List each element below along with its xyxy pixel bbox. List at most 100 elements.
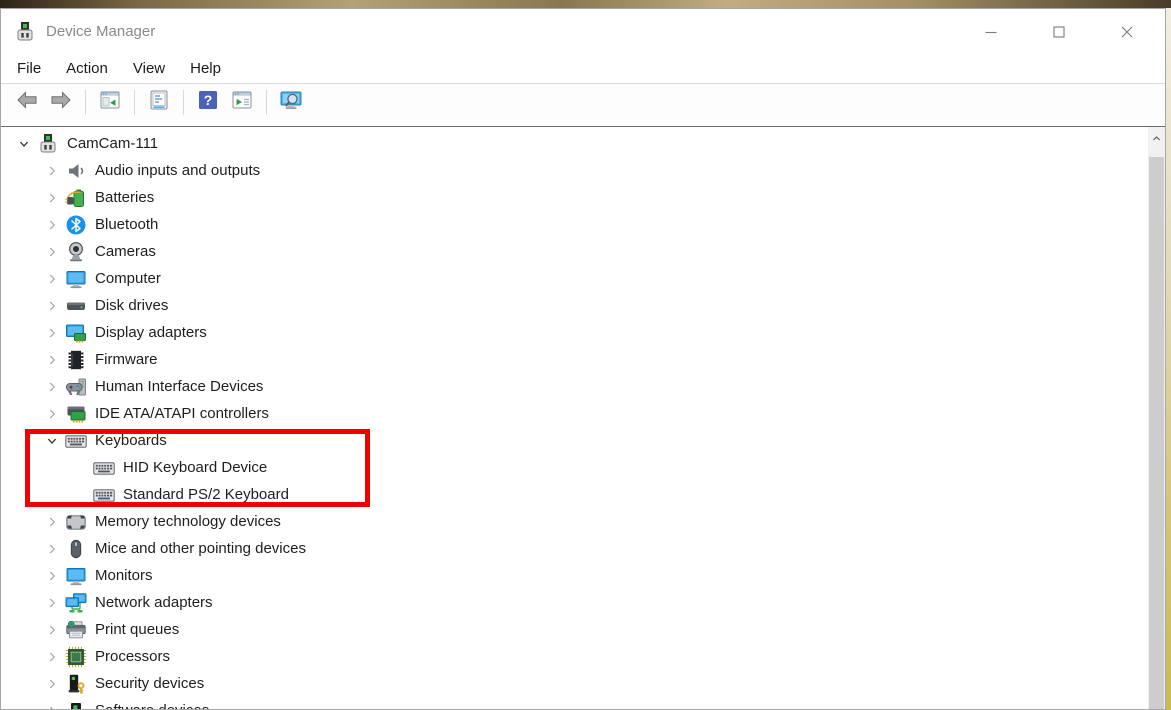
chevron-right-icon[interactable]: [39, 405, 65, 423]
chevron-right-icon[interactable]: [39, 216, 65, 234]
chevron-right-icon[interactable]: [39, 324, 65, 342]
monitor-icon: [65, 565, 87, 587]
tree-item-disk-drives[interactable]: Disk drives: [1, 292, 1165, 319]
tree-item-mice-and-other-pointing-devices[interactable]: Mice and other pointing devices: [1, 535, 1165, 562]
device-manager-icon: [14, 21, 36, 43]
device-manager-window: Device Manager File Action View Help ? CamC…: [0, 8, 1166, 710]
tree-item-keyboards[interactable]: Keyboards: [1, 427, 1165, 454]
security-icon: [65, 673, 87, 695]
chevron-right-icon[interactable]: [39, 567, 65, 585]
back-icon: [15, 88, 39, 117]
network-icon: [65, 592, 87, 614]
tree-item-bluetooth[interactable]: Bluetooth: [1, 211, 1165, 238]
device-manager-icon: [37, 133, 59, 155]
tree-item-label: Computer: [95, 270, 161, 287]
maximize-button[interactable]: [1025, 9, 1093, 54]
tree-item-batteries[interactable]: Batteries: [1, 184, 1165, 211]
tree-item-cameras[interactable]: Cameras: [1, 238, 1165, 265]
audio-icon: [65, 160, 87, 182]
hid-icon: [65, 376, 87, 398]
menu-action[interactable]: Action: [66, 60, 108, 77]
toolbar-separator: [266, 90, 267, 115]
printer-icon: [65, 619, 87, 641]
tree-item-firmware[interactable]: Firmware: [1, 346, 1165, 373]
close-button[interactable]: [1093, 9, 1161, 54]
tree-item-memory-technology-devices[interactable]: Memory technology devices: [1, 508, 1165, 535]
menu-file[interactable]: File: [17, 60, 41, 77]
computer-icon: [65, 268, 87, 290]
help-icon: ?: [196, 88, 220, 117]
chevron-right-icon[interactable]: [39, 513, 65, 531]
chevron-right-icon[interactable]: [39, 297, 65, 315]
firmware-icon: [65, 349, 87, 371]
scrollbar-up-button[interactable]: [1148, 127, 1165, 150]
chevron-right-icon[interactable]: [39, 270, 65, 288]
chevron-right-icon[interactable]: [39, 189, 65, 207]
tree-item-label: Memory technology devices: [95, 513, 281, 530]
scan-monitor-icon: [279, 88, 303, 117]
tree-item-label: Cameras: [95, 243, 156, 260]
properties-icon: [147, 88, 171, 117]
chevron-right-icon[interactable]: [39, 675, 65, 693]
tree-item-ide-ata-atapi-controllers[interactable]: IDE ATA/ATAPI controllers: [1, 400, 1165, 427]
title-bar[interactable]: Device Manager: [1, 9, 1165, 54]
chevron-right-icon[interactable]: [39, 702, 65, 709]
tree-item-print-queues[interactable]: Print queues: [1, 616, 1165, 643]
tree-item-processors[interactable]: Processors: [1, 643, 1165, 670]
keyboard-icon: [93, 457, 115, 479]
tree-item-computer[interactable]: Computer: [1, 265, 1165, 292]
battery-icon: [65, 187, 87, 209]
desktop-background-top: [0, 0, 1171, 8]
vertical-scrollbar[interactable]: [1148, 127, 1165, 709]
window-controls: [957, 9, 1165, 54]
chevron-right-icon[interactable]: [39, 162, 65, 180]
scan-for-hardware-changes-button[interactable]: [277, 89, 305, 117]
chevron-right-icon[interactable]: [39, 594, 65, 612]
chevron-right-icon[interactable]: [39, 621, 65, 639]
chevron-right-icon[interactable]: [39, 648, 65, 666]
mouse-icon: [65, 538, 87, 560]
tree-item-audio-inputs-and-outputs[interactable]: Audio inputs and outputs: [1, 157, 1165, 184]
toolbar-separator: [85, 90, 86, 115]
back-button[interactable]: [13, 89, 41, 117]
tree-item-network-adapters[interactable]: Network adapters: [1, 589, 1165, 616]
show-action-pane-button[interactable]: [228, 89, 256, 117]
minimize-button[interactable]: [957, 9, 1025, 54]
tree-item-standard-ps-2-keyboard[interactable]: Standard PS/2 Keyboard: [1, 481, 1165, 508]
action-pane-icon: [230, 88, 254, 117]
forward-button[interactable]: [47, 89, 75, 117]
chevron-right-icon[interactable]: [39, 378, 65, 396]
tree-item-hid-keyboard-device[interactable]: HID Keyboard Device: [1, 454, 1165, 481]
keyboard-icon: [93, 484, 115, 506]
tree-item-label: Disk drives: [95, 297, 169, 314]
toolbar: ?: [1, 84, 1165, 121]
window-title: Device Manager: [46, 23, 156, 40]
tree-item-software-devices[interactable]: Software devices: [1, 697, 1165, 709]
chevron-right-icon[interactable]: [39, 540, 65, 558]
tree-item-label: Standard PS/2 Keyboard: [123, 486, 289, 503]
ide-icon: [65, 403, 87, 425]
properties-button[interactable]: [145, 89, 173, 117]
menu-view[interactable]: View: [133, 60, 165, 77]
tree-item-label: HID Keyboard Device: [123, 459, 268, 476]
tree-item-human-interface-devices[interactable]: Human Interface Devices: [1, 373, 1165, 400]
tree-item-label: Print queues: [95, 621, 180, 638]
tree-item-security-devices[interactable]: Security devices: [1, 670, 1165, 697]
device-tree-panel: CamCam-111 Audio inputs and outputs Batter…: [1, 126, 1165, 709]
show-console-tree-button[interactable]: [96, 89, 124, 117]
tree-item-camcam-111[interactable]: CamCam-111: [1, 130, 1165, 157]
menu-help[interactable]: Help: [190, 60, 221, 77]
chevron-right-icon[interactable]: [39, 243, 65, 261]
tree-item-monitors[interactable]: Monitors: [1, 562, 1165, 589]
tree-item-label: Display adapters: [95, 324, 207, 341]
chevron-down-icon[interactable]: [39, 432, 65, 450]
scrollbar-thumb[interactable]: [1149, 157, 1164, 709]
chevron-down-icon[interactable]: [11, 135, 37, 153]
desktop-background-right: [1166, 8, 1171, 710]
help-button[interactable]: ?: [194, 89, 222, 117]
tree-item-label: IDE ATA/ATAPI controllers: [95, 405, 269, 422]
tree-item-display-adapters[interactable]: Display adapters: [1, 319, 1165, 346]
camera-icon: [65, 241, 87, 263]
chevron-right-icon[interactable]: [39, 351, 65, 369]
toolbar-separator: [134, 90, 135, 115]
